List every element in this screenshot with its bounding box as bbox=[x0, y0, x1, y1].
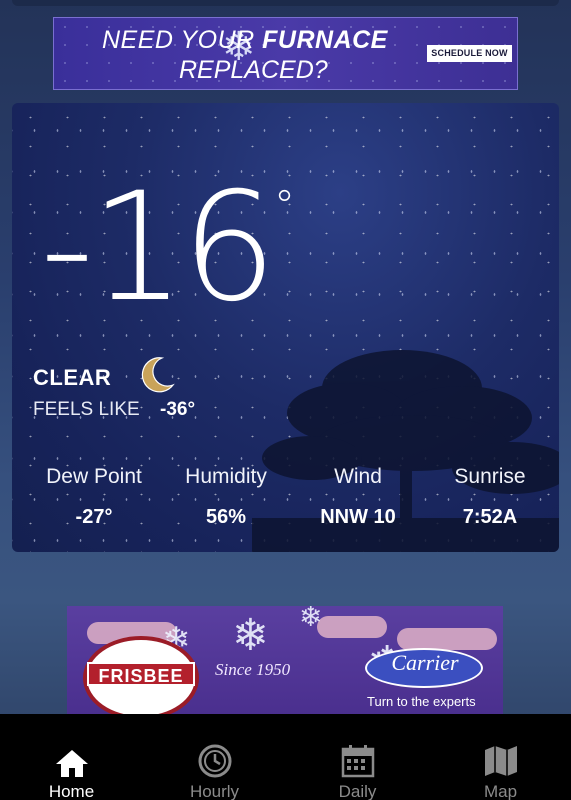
cloud-decoration bbox=[397, 628, 497, 650]
tab-daily[interactable]: Daily bbox=[286, 714, 429, 800]
current-conditions-card: -16 ° CLEAR FEELS LIKE -36° Dew Point -2… bbox=[12, 103, 559, 552]
since-text: Since 1950 bbox=[215, 660, 291, 679]
frisbee-carrier-ad-banner[interactable]: ❄ ❄ ❄ ❄ FRISBEE Since 1950 Carrier Turn … bbox=[67, 606, 503, 716]
tab-map[interactable]: Map bbox=[429, 714, 571, 800]
top-bar-edge bbox=[12, 0, 559, 6]
calendar-icon bbox=[341, 745, 374, 778]
clock-icon bbox=[198, 744, 231, 778]
ad-headline-line2: REPLACED? bbox=[179, 56, 328, 84]
snowflake-icon: ❄ bbox=[299, 606, 323, 632]
stat-value: 7:52A bbox=[462, 506, 518, 528]
bottom-tab-bar: Home Hourly Daily Map bbox=[0, 714, 571, 800]
stat-sunrise: Sunrise 7:52A bbox=[425, 465, 555, 529]
snowflake-icon: ❄ bbox=[232, 611, 269, 660]
stat-dew-point: Dew Point -27° bbox=[29, 465, 159, 529]
tab-label: Map bbox=[483, 782, 518, 800]
stat-value: NNW 10 bbox=[320, 506, 396, 528]
tab-hourly[interactable]: Hourly bbox=[143, 714, 286, 800]
ad-tagline: Turn to the experts bbox=[367, 694, 476, 709]
tab-label: Daily bbox=[338, 782, 377, 800]
feels-like-value: -36° bbox=[160, 399, 196, 420]
crescent-moon-icon bbox=[141, 357, 175, 393]
schedule-now-button[interactable]: SCHEDULE NOW bbox=[427, 45, 512, 62]
degree-symbol: ° bbox=[274, 181, 295, 230]
stat-label: Humidity bbox=[185, 465, 267, 488]
frisbee-brand: FRISBEE bbox=[87, 662, 195, 686]
stat-label: Sunrise bbox=[454, 465, 526, 488]
tab-home[interactable]: Home bbox=[0, 714, 143, 800]
stat-label: Dew Point bbox=[46, 465, 142, 488]
stat-wind: Wind NNW 10 bbox=[293, 465, 423, 529]
conditions-stats: Dew Point -27° Humidity 56% Wind NNW 10 … bbox=[12, 465, 559, 535]
carrier-brand: Carrier bbox=[391, 650, 459, 675]
map-icon bbox=[484, 746, 517, 776]
home-icon bbox=[55, 750, 88, 777]
stat-label: Wind bbox=[334, 465, 382, 488]
current-temperature: -16 bbox=[40, 161, 277, 335]
tab-label: Hourly bbox=[189, 782, 240, 800]
furnace-ad-banner[interactable]: ❄ NEED YOUR FURNACE REPLACED? SCHEDULE N… bbox=[53, 17, 518, 90]
stat-humidity: Humidity 56% bbox=[161, 465, 291, 529]
stat-value: 56% bbox=[205, 506, 247, 528]
cloud-decoration bbox=[317, 616, 387, 638]
feels-like-label: FEELS LIKE bbox=[33, 399, 140, 420]
stat-value: -27° bbox=[75, 506, 113, 528]
tab-label: Home bbox=[48, 782, 95, 800]
ad-headline-line1: NEED YOUR FURNACE bbox=[102, 26, 388, 54]
condition-text: CLEAR bbox=[33, 365, 112, 390]
